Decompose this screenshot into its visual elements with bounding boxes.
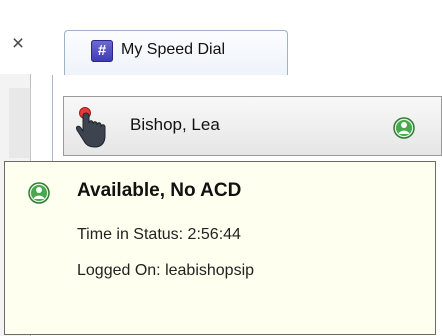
close-tab-icon[interactable]: × — [8, 32, 28, 56]
hand-cursor-icon — [76, 107, 106, 148]
contact-name: Bishop, Lea — [130, 115, 220, 134]
speed-dial-icon: # — [91, 40, 113, 62]
status-tooltip: Available, No ACD Time in Status: 2:56:4… — [4, 161, 436, 335]
left-scrollbar-edge[interactable] — [9, 88, 31, 158]
logged-on-user: Logged On: leabishopsip — [77, 262, 255, 279]
presence-status: Available, No ACD — [77, 180, 242, 201]
available-presence-icon — [28, 182, 50, 204]
tab-strip: × # My Speed Dial — [0, 0, 442, 76]
speed-dial-contact-row[interactable]: Bishop, Lea — [63, 96, 442, 156]
tab-label: My Speed Dial — [121, 41, 226, 58]
time-in-status: Time in Status: 2:56:44 — [77, 226, 241, 243]
tab-my-speed-dial[interactable]: # My Speed Dial — [64, 30, 288, 76]
available-presence-icon — [393, 117, 415, 139]
